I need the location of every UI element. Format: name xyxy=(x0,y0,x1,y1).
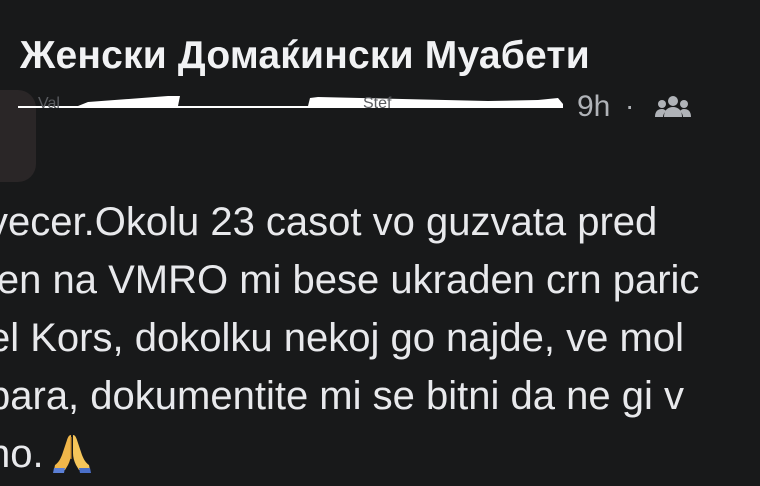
post-line: len na VMRO mi bese ukraden crn paric xyxy=(0,258,700,302)
post-line-text: no. xyxy=(0,432,44,476)
post-body-text: vecer.Okolu 23 casot vo guzvata pred len… xyxy=(0,193,760,483)
svg-text:Val: Val xyxy=(38,95,60,108)
folded-hands-icon xyxy=(50,429,94,473)
post-card: Женски Домаќински Муабети Val Stef 9h · … xyxy=(0,0,760,486)
post-meta-row: Val Stef 9h · xyxy=(0,82,760,128)
redacted-author-names: Val Stef xyxy=(18,92,563,108)
meta-separator: · xyxy=(625,90,635,121)
post-timestamp-link[interactable]: 9h xyxy=(577,90,610,124)
post-line: bara, dokumentite mi se bitni da ne gi v xyxy=(0,374,684,418)
post-line: el Kors, dokolku nekoj go najde, ve mol xyxy=(0,316,684,360)
group-name-link[interactable]: Женски Домаќински Муабети xyxy=(20,34,590,78)
post-last-line: no. xyxy=(0,425,760,483)
post-line: vecer.Okolu 23 casot vo guzvata pred xyxy=(0,200,658,244)
svg-text:Stef: Stef xyxy=(363,95,392,108)
group-members-icon xyxy=(655,95,691,119)
